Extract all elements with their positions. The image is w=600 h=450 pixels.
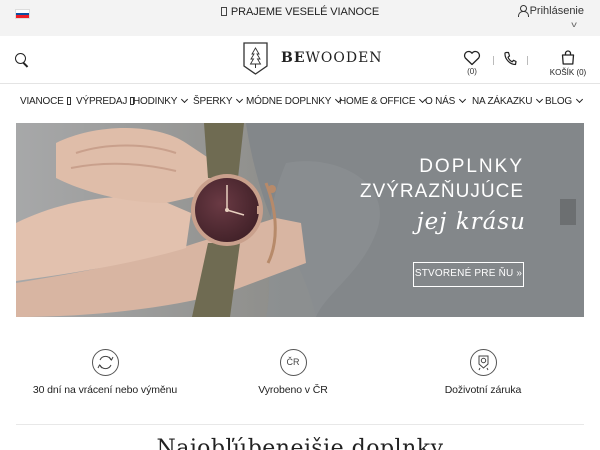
nav-item-label: MÓDNE DOPLNKY [246,96,332,107]
nav-item-hodinky[interactable]: HODINKY [133,95,189,107]
hero-cta-button[interactable]: STVORENÉ PRE ŇU » [413,262,524,287]
login-link[interactable]: Prihlásenie [517,5,584,17]
chevron-down-icon [575,95,584,104]
feature-text: Doživotní záruka [444,384,522,396]
wishlist-count: (0) [467,67,477,76]
nav-item-o-nas[interactable]: O NÁS [425,95,467,107]
site-header: BEWOODEN (0) KOŠÍK (0) [0,36,600,84]
nav-item-label: HODINKY [133,96,178,107]
feature-text: 30 dní na vrácení nebo výměnu [32,384,178,396]
search-icon[interactable] [15,53,29,67]
announcement-text: PRAJEME VESELÉ VIANOCE [230,6,380,18]
logo-bold: BE [281,50,306,66]
heart-icon [463,50,481,66]
feature-warranty: Doživotní záruka [398,349,568,396]
announcement: PRAJEME VESELÉ VIANOCE [0,6,600,18]
nav-item-label: O NÁS [425,96,456,107]
section-title: Najobľúbenejšie doplnky [156,436,444,450]
phone-icon[interactable] [503,51,517,67]
gift-icon [220,7,227,16]
warranty-icon-glyph [478,355,488,371]
warranty-icon [469,349,497,376]
nav-item-sperky[interactable]: ŠPERKY [193,95,244,107]
cr-badge-icon: ČR [279,349,307,376]
exchange-icon-glyph [97,355,113,370]
cr-badge-text: ČR [286,357,300,367]
nav-item-label: NA ZÁKAZKU [472,96,533,107]
nav-item-na-zakazku[interactable]: NA ZÁKAZKU [472,95,544,107]
chevron-down-icon[interactable]: v [571,20,577,29]
chevron-down-icon [459,95,467,104]
cart-icon [561,50,575,65]
nav-item-label: HOME & OFFICE [339,96,416,107]
nav-item-label: BLOG [545,96,572,107]
header-divider [493,56,494,65]
hero-script-line: jej krásu [416,209,526,235]
nav-item-label: VIANOCE [20,96,64,107]
logo-wordmark[interactable]: BEWOODEN [281,50,383,66]
chevron-down-icon [236,95,244,104]
logo-tree-icon[interactable] [242,41,269,76]
nav-item-modne-doplnky[interactable]: MÓDNE DOPLNKY [246,95,343,107]
announcement-bar: PRAJEME VESELÉ VIANOCE Prihlásenie v [0,0,600,36]
feature-text: Vyrobeno v ČR [258,384,328,396]
nav-item-home-office[interactable]: HOME & OFFICE [339,95,427,107]
nav-item-blog[interactable]: BLOG [545,95,584,107]
nav-item-label: VÝPREDAJ [76,96,128,107]
nav-item-vianoce[interactable]: VIANOCE [20,96,71,107]
chevron-down-icon [536,95,544,104]
main-navigation: VIANOCE VÝPREDAJ HODINKY ŠPERKY MÓDNE DO… [0,84,600,120]
slider-next-arrow[interactable] [560,199,576,225]
cart-label: KOŠÍK (0) [549,68,587,77]
exchange-icon [91,349,119,376]
logo-rest: WOODEN [305,50,383,66]
gift-icon [66,97,71,105]
hero-heading-line2: ZVÝRAZŇUJÚCE [359,181,524,202]
feature-returns: 30 dní na vrácení nebo výměnu [20,349,190,396]
hero-banner[interactable]: DOPLNKY ZVÝRAZŇUJÚCE jej krásu STVORENÉ … [16,123,584,317]
hero-heading-line1: DOPLNKY [419,156,524,177]
nav-item-label: ŠPERKY [193,96,233,107]
cart-button[interactable]: KOŠÍK (0) [548,50,588,77]
user-icon [517,5,529,17]
header-divider [527,56,528,65]
wishlist-button[interactable]: (0) [462,50,482,76]
feature-made-in-cr: ČR Vyrobeno v ČR [208,349,378,396]
nav-item-vypredaj[interactable]: VÝPREDAJ [76,96,135,107]
login-label: Prihlásenie [529,5,584,17]
section-divider [16,424,584,425]
chevron-down-icon [181,95,189,104]
